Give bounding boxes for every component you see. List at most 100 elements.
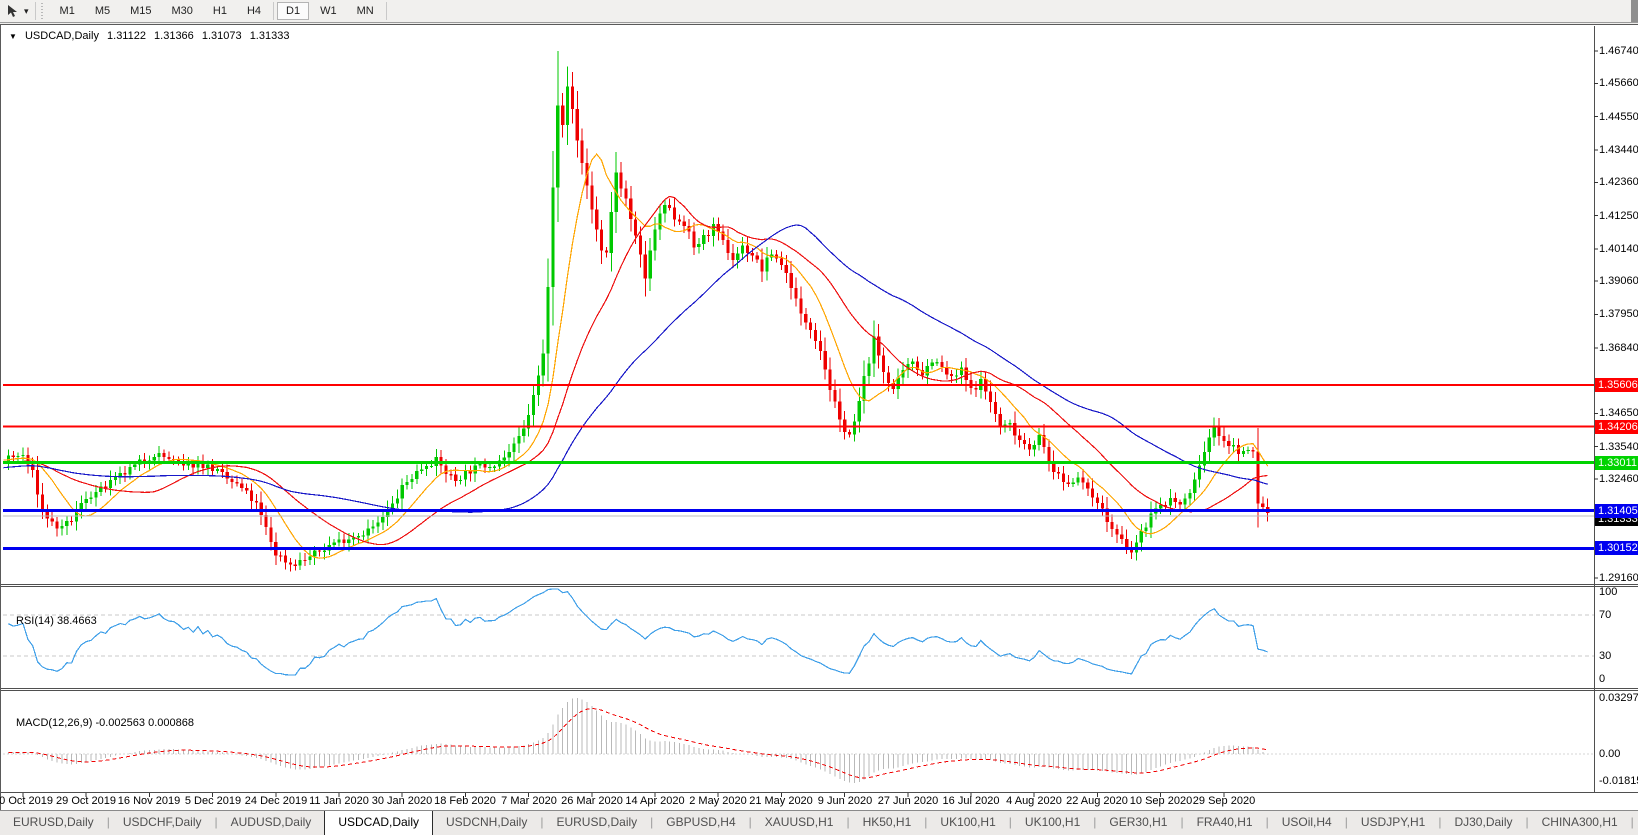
candlesticks bbox=[7, 51, 1269, 572]
symbol-tab-gbpusd-h4[interactable]: GBPUSD,H4 bbox=[653, 811, 748, 835]
rsi-axis-tick: 0 bbox=[1599, 673, 1605, 685]
symbol-tab-china300-h1[interactable]: CHINA300,H1 bbox=[1529, 811, 1631, 835]
price-axis-tick: 1.37950 bbox=[1599, 308, 1638, 320]
timeframe-button-d1[interactable]: D1 bbox=[277, 2, 309, 20]
macd-indicator-label: MACD(12,26,9) -0.002563 0.000868 bbox=[16, 717, 194, 729]
symbol-tab-dj30-daily[interactable]: DJ30,Daily bbox=[1441, 811, 1525, 835]
rsi-axis-tick: 100 bbox=[1599, 586, 1617, 598]
date-axis-tick[interactable]: 21 May 2020 bbox=[749, 795, 813, 807]
symbol-tab-eurusd-daily[interactable]: EURUSD,Daily bbox=[543, 811, 650, 835]
price-axis-tick: 1.44550 bbox=[1599, 111, 1638, 123]
toolbar-separator bbox=[386, 2, 387, 20]
chart-canvas[interactable] bbox=[1, 25, 1638, 811]
date-axis-tick[interactable]: 4 Aug 2020 bbox=[1006, 795, 1062, 807]
price-axis-tick: 1.34650 bbox=[1599, 407, 1638, 419]
level-price-badge: 1.35606 bbox=[1595, 378, 1638, 392]
price-axis-tick: 1.46740 bbox=[1599, 45, 1638, 57]
date-axis-tick[interactable]: 10 Oct 2019 bbox=[0, 795, 53, 807]
level-price-badge: 1.34206 bbox=[1595, 420, 1638, 434]
level-price-badge: 1.31405 bbox=[1595, 504, 1638, 518]
top-toolbar: ▾ M1M5M15M30H1H4 D1W1MN bbox=[0, 0, 1638, 23]
price-axis-tick: 1.33540 bbox=[1599, 441, 1638, 453]
date-axis-tick[interactable]: 18 Feb 2020 bbox=[434, 795, 496, 807]
date-axis-tick[interactable]: 24 Dec 2019 bbox=[245, 795, 307, 807]
cursor-tool-caret-icon[interactable]: ▾ bbox=[24, 6, 29, 17]
price-axis-tick: 1.29160 bbox=[1599, 572, 1638, 584]
date-axis-tick[interactable]: 2 May 2020 bbox=[689, 795, 746, 807]
ohlc-high: 1.31366 bbox=[154, 30, 194, 42]
toolbar-separator bbox=[273, 2, 274, 20]
chart-header: ▼ USDCAD,Daily 1.31122 1.31366 1.31073 1… bbox=[9, 30, 294, 42]
mt4-application: { "toolbar": { "cursor_tool_icon": "poin… bbox=[0, 0, 1638, 835]
symbol-tab-hk50-h1[interactable]: HK50,H1 bbox=[850, 811, 925, 835]
symbol-tab-usoil-h1[interactable]: USOil,H1 bbox=[1634, 811, 1638, 835]
price-axis-tick: 1.39060 bbox=[1599, 275, 1638, 287]
symbol-tab-fra40-h1[interactable]: FRA40,H1 bbox=[1184, 811, 1266, 835]
timeframe-button-w1[interactable]: W1 bbox=[311, 2, 346, 20]
date-axis-tick[interactable]: 16 Jul 2020 bbox=[943, 795, 1000, 807]
rsi-line bbox=[8, 589, 1267, 675]
price-axis-tick: 1.40140 bbox=[1599, 243, 1638, 255]
symbol-tab-usdcnh-daily[interactable]: USDCNH,Daily bbox=[433, 811, 540, 835]
date-axis-tick[interactable]: 11 Jan 2020 bbox=[309, 795, 369, 807]
date-axis-tick[interactable]: 16 Nov 2019 bbox=[118, 795, 180, 807]
date-axis-tick[interactable]: 5 Dec 2019 bbox=[185, 795, 241, 807]
symbol-tab-xauusd-h1[interactable]: XAUUSD,H1 bbox=[752, 811, 847, 835]
price-axis-tick: 1.32460 bbox=[1599, 473, 1638, 485]
symbol-tab-audusd-daily[interactable]: AUDUSD,Daily bbox=[218, 811, 325, 835]
macd-histogram bbox=[8, 698, 1267, 783]
date-axis-tick[interactable]: 14 Apr 2020 bbox=[625, 795, 684, 807]
rsi-axis-tick: 70 bbox=[1599, 609, 1611, 621]
symbol-tab-usdcad-daily[interactable]: USDCAD,Daily bbox=[324, 810, 433, 835]
timeframe-button-h4[interactable]: H4 bbox=[238, 2, 270, 20]
symbol-tab-usdchf-daily[interactable]: USDCHF,Daily bbox=[110, 811, 215, 835]
date-axis-tick[interactable]: 10 Sep 2020 bbox=[1130, 795, 1192, 807]
symbol-tab-uk100-h1[interactable]: UK100,H1 bbox=[927, 811, 1008, 835]
ohlc-low: 1.31073 bbox=[202, 30, 242, 42]
symbol-tab-usdjpy-h1[interactable]: USDJPY,H1 bbox=[1348, 811, 1438, 835]
symbol-tab-bar: EURUSD,Daily|USDCHF,Daily|AUDUSD,DailyUS… bbox=[0, 810, 1638, 835]
rsi-axis-tick: 30 bbox=[1599, 650, 1611, 662]
date-axis-tick[interactable]: 22 Aug 2020 bbox=[1066, 795, 1128, 807]
moving-average-25 bbox=[4, 196, 1268, 544]
timeframe-button-m1[interactable]: M1 bbox=[51, 2, 84, 20]
level-price-badge: 1.30152 bbox=[1595, 541, 1638, 555]
toolbar-edge bbox=[1631, 0, 1638, 22]
toolbar-separator bbox=[35, 2, 36, 20]
price-axis-tick: 1.41250 bbox=[1599, 210, 1638, 222]
symbol-tab-uk100-h1[interactable]: UK100,H1 bbox=[1012, 811, 1093, 835]
timeframe-button-mn[interactable]: MN bbox=[348, 2, 383, 20]
date-axis-tick[interactable]: 27 Jun 2020 bbox=[878, 795, 939, 807]
symbol-tab-eurusd-daily[interactable]: EURUSD,Daily bbox=[0, 811, 107, 835]
chart-window: ▼ USDCAD,Daily 1.31122 1.31366 1.31073 1… bbox=[0, 24, 1638, 810]
level-price-badge: 1.33011 bbox=[1595, 456, 1638, 470]
ohlc-open: 1.31122 bbox=[107, 30, 146, 42]
price-axis-tick: 1.36840 bbox=[1599, 342, 1638, 354]
timeframe-button-m15[interactable]: M15 bbox=[121, 2, 160, 20]
toolbar-grip-handle[interactable] bbox=[41, 3, 45, 19]
price-axis-tick: 1.45660 bbox=[1599, 77, 1638, 89]
macd-axis-tick: -0.018154 bbox=[1599, 775, 1638, 787]
chart-svg[interactable] bbox=[1, 25, 1638, 811]
chart-symbol-label: USDCAD,Daily bbox=[25, 30, 99, 42]
date-axis-tick[interactable]: 7 Mar 2020 bbox=[501, 795, 557, 807]
date-axis-tick[interactable]: 29 Oct 2019 bbox=[56, 795, 116, 807]
date-axis-tick[interactable]: 29 Sep 2020 bbox=[1193, 795, 1255, 807]
price-axis-tick: 1.42360 bbox=[1599, 176, 1638, 188]
date-axis-tick[interactable]: 30 Jan 2020 bbox=[372, 795, 433, 807]
macd-signal-line bbox=[8, 709, 1267, 778]
date-axis-tick[interactable]: 9 Jun 2020 bbox=[818, 795, 872, 807]
symbol-tab-usoil-h4[interactable]: USOil,H4 bbox=[1269, 811, 1345, 835]
ohlc-close: 1.31333 bbox=[250, 30, 290, 42]
timeframe-button-m30[interactable]: M30 bbox=[163, 2, 202, 20]
chart-collapse-icon[interactable]: ▼ bbox=[9, 32, 17, 41]
timeframe-button-h1[interactable]: H1 bbox=[204, 2, 236, 20]
symbol-tab-ger30-h1[interactable]: GER30,H1 bbox=[1096, 811, 1180, 835]
timeframe-button-m5[interactable]: M5 bbox=[86, 2, 119, 20]
price-axis-tick: 1.43440 bbox=[1599, 144, 1638, 156]
cursor-tool-icon[interactable] bbox=[3, 2, 23, 20]
rsi-indicator-label: RSI(14) 38.4663 bbox=[16, 615, 97, 627]
macd-axis-tick: 0.00 bbox=[1599, 748, 1620, 760]
macd-axis-tick: 0.032972 bbox=[1599, 692, 1638, 704]
date-axis-tick[interactable]: 26 Mar 2020 bbox=[561, 795, 623, 807]
